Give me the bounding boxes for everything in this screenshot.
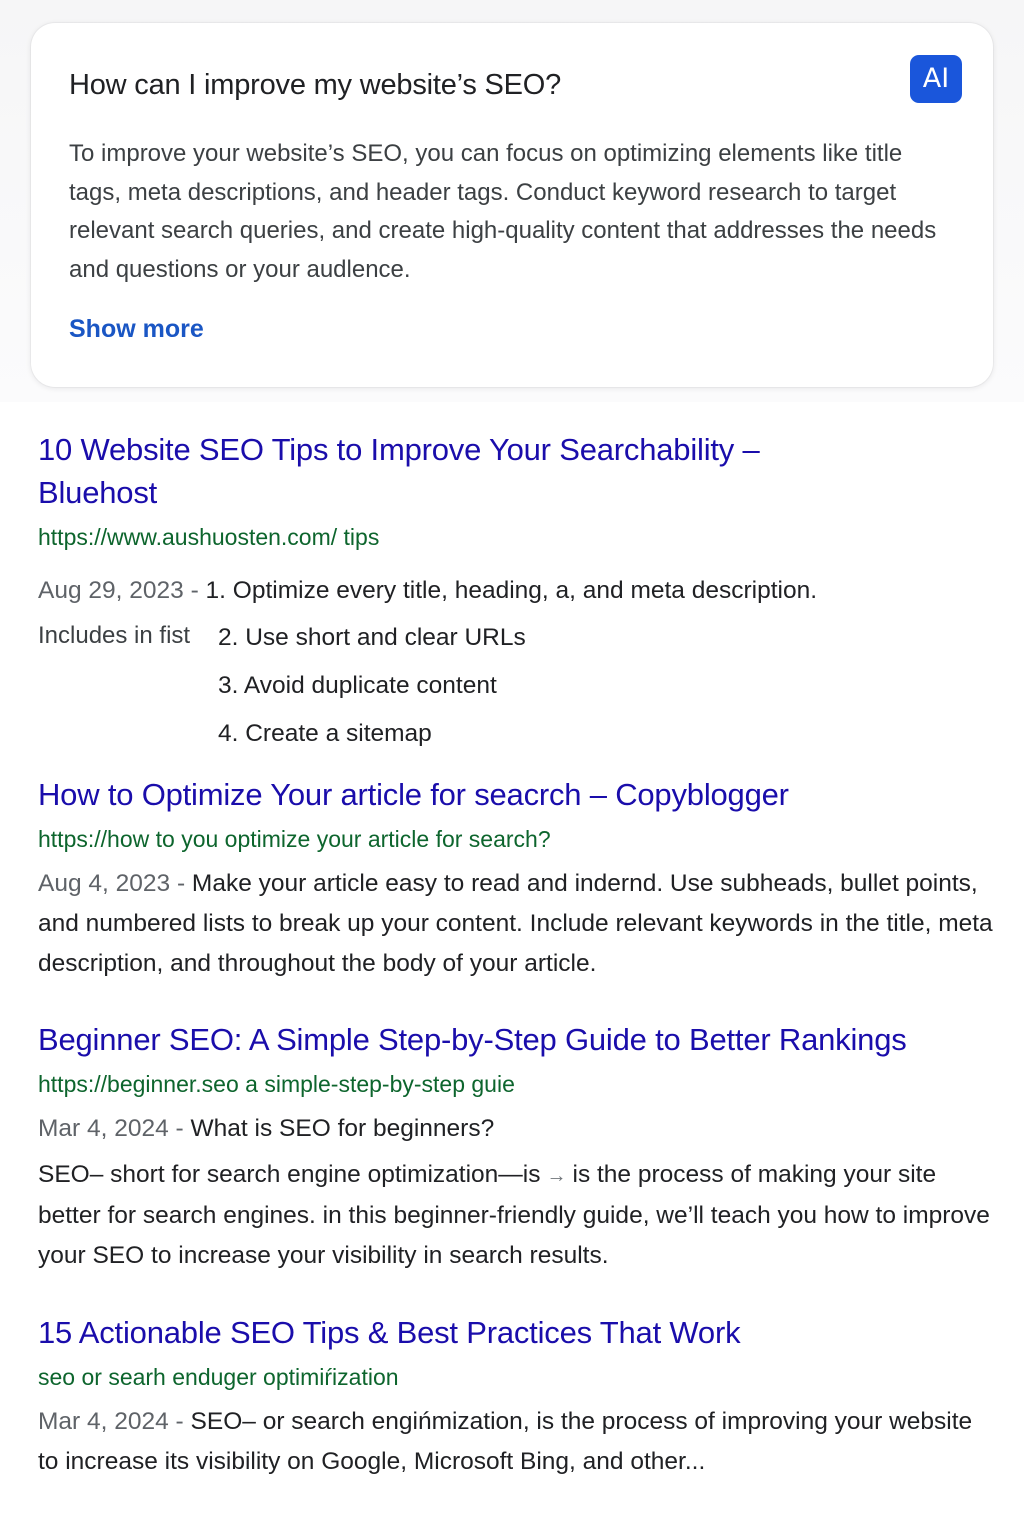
list-label: Includes in fist <box>38 622 191 649</box>
result-date: Aug 4, 2023 - <box>38 870 186 897</box>
ai-overview-answer: To improve your website’s SEO, you can f… <box>69 140 937 283</box>
result-snippet-text: SEO– short for search engine optimizatio… <box>38 1161 541 1188</box>
show-more-link[interactable]: Show more <box>69 315 204 344</box>
result-url[interactable]: https://how to you optimize your article… <box>38 824 998 854</box>
result-url[interactable]: https://www.aushuosten.com/ tips <box>38 522 998 552</box>
result-title-line: Bluehost <box>38 475 158 510</box>
result-title-link[interactable]: Beginner SEO: A Simple Step-by-Step Guid… <box>38 1018 998 1061</box>
search-result: 15 Actionable SEO Tips & Best Practices … <box>38 1311 998 1482</box>
result-date: Mar 4, 2024 - <box>38 1408 184 1435</box>
result-title-link[interactable]: How to Optimize Your article for seacrch… <box>38 773 998 816</box>
list-item: 1. Optimize every title, heading, a, and… <box>205 577 818 604</box>
search-result: How to Optimize Your article for seacrch… <box>38 773 998 984</box>
result-snippet: Aug 4, 2023 - Make your article easy to … <box>38 864 998 984</box>
ai-overview-card: How can I improve my website’s SEO? AI T… <box>31 23 993 387</box>
result-date-row: Aug 29, 2023 - 1. Optimize every title, … <box>38 576 817 606</box>
result-url[interactable]: https://beginner.seo a simple-step-by-st… <box>38 1069 998 1099</box>
search-result: 10 Website SEO Tips to Improve Your Sear… <box>38 428 998 552</box>
search-result: Beginner SEO: A Simple Step-by-Step Guid… <box>38 1018 998 1276</box>
list-item: 3. Avoid duplicate content <box>218 672 497 699</box>
result-snippet: Mar 4, 2024 - SEO– or search engińmizati… <box>38 1402 998 1482</box>
result-title-link[interactable]: 15 Actionable SEO Tips & Best Practices … <box>38 1311 998 1354</box>
result-title-line: 10 Website SEO Tips to Improve Your Sear… <box>38 432 760 467</box>
result-date: Mar 4, 2024 - <box>38 1115 184 1142</box>
result-title-link[interactable]: 10 Website SEO Tips to Improve Your Sear… <box>38 428 998 514</box>
ai-overview-question: How can I improve my website’s SEO? <box>69 69 562 101</box>
ai-badge-icon: AI <box>910 55 962 103</box>
arrow-right-icon: → <box>546 1165 567 1187</box>
list-item: 2. Use short and clear URLs <box>218 624 526 651</box>
result-subheading-row: Mar 4, 2024 - What is SEO for beginners? <box>38 1109 998 1149</box>
result-date: Aug 29, 2023 - <box>38 577 199 604</box>
result-snippet: SEO– short for search engine optimizatio… <box>38 1155 998 1276</box>
result-url[interactable]: seo or searh enduger optimiŕization <box>38 1362 998 1392</box>
result-subheading: What is SEO for beginners? <box>190 1115 495 1142</box>
list-item: 4. Create a sitemap <box>218 720 432 747</box>
